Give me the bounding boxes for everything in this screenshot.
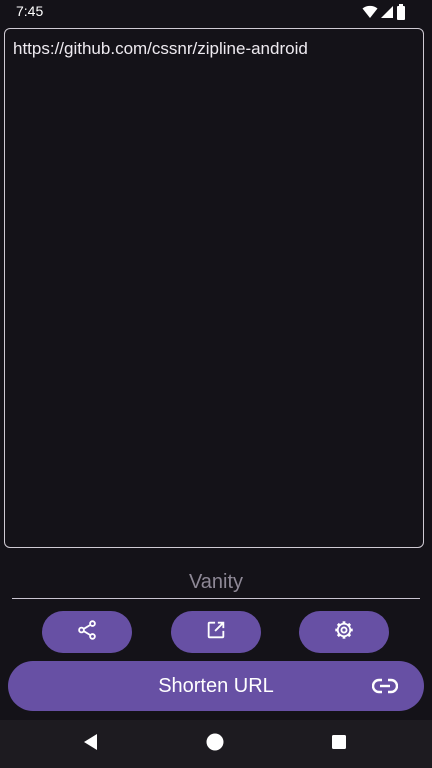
status-time: 7:45 — [16, 3, 44, 19]
url-text-area[interactable]: https://github.com/cssnr/zipline-android — [4, 28, 424, 548]
wifi-icon — [362, 5, 378, 24]
open-url-button[interactable] — [171, 611, 261, 653]
vanity-field — [12, 566, 420, 600]
vanity-input[interactable] — [12, 566, 420, 599]
status-icons — [362, 4, 406, 25]
home-button[interactable] — [204, 733, 226, 755]
shorten-url-button[interactable]: Shorten URL — [8, 661, 424, 711]
home-circle-icon — [206, 733, 224, 756]
back-triangle-icon — [82, 733, 100, 756]
open-in-new-icon — [205, 619, 227, 646]
navigation-bar — [0, 720, 432, 768]
recents-square-icon — [331, 734, 347, 755]
share-button[interactable] — [42, 611, 132, 653]
back-button[interactable] — [80, 733, 102, 755]
url-text: https://github.com/cssnr/zipline-android — [13, 39, 308, 58]
battery-icon — [396, 4, 406, 25]
signal-icon — [380, 5, 394, 24]
status-bar: 7:45 — [0, 0, 432, 24]
shorten-url-label: Shorten URL — [158, 675, 274, 697]
recents-button[interactable] — [328, 733, 350, 755]
link-icon — [371, 675, 399, 702]
gear-icon — [333, 619, 355, 646]
share-icon — [76, 619, 98, 646]
settings-button[interactable] — [299, 611, 389, 653]
